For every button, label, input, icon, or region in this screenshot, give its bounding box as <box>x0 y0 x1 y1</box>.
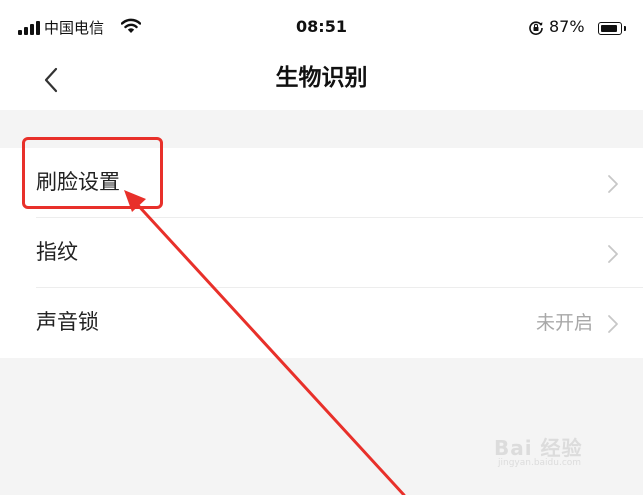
watermark-text: Bai 经验 <box>494 436 583 460</box>
watermark-url: jingyan.baidu.com <box>498 458 582 468</box>
watermark: Bai 经验 jingyan.baidu.com <box>494 432 583 468</box>
annotation-arrow <box>124 190 406 495</box>
